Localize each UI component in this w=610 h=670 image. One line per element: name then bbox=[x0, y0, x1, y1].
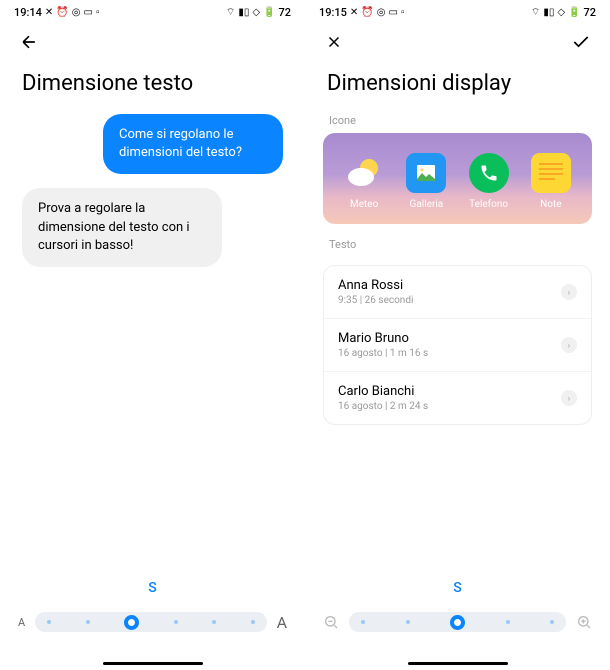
app-label: Galleria bbox=[410, 199, 444, 210]
chat-bubble-received: Prova a regolare la dimensione del testo… bbox=[22, 188, 222, 267]
notif-icon: ▫ bbox=[96, 7, 100, 18]
slider-value-label: S bbox=[18, 580, 287, 596]
header bbox=[0, 21, 305, 63]
slider-thumb[interactable] bbox=[450, 615, 465, 630]
whatsapp-icon: ◎ bbox=[72, 7, 81, 18]
icon-preview-panel: Meteo Galleria Telefono Note bbox=[323, 133, 592, 224]
notes-icon bbox=[531, 153, 571, 193]
display-size-slider[interactable] bbox=[349, 612, 566, 632]
bluetooth-icon: ⌔ bbox=[531, 6, 540, 19]
app-label: Telefono bbox=[469, 199, 508, 210]
slider-max-label: A bbox=[277, 613, 287, 632]
dnd-icon: ✕ bbox=[45, 7, 53, 18]
contact-sub: 16 agosto | 2 m 24 s bbox=[338, 401, 428, 412]
screen-text-size: 19:14 ✕ ⏰ ◎ ▭ ▫ ⌔ ▮▯ ◇ 🔋 72 Dimensione t… bbox=[0, 0, 305, 670]
alarm-icon: ⏰ bbox=[56, 7, 68, 18]
sync-icon: ▭ bbox=[84, 7, 93, 18]
section-icons-label: Icone bbox=[305, 114, 610, 133]
chevron-right-icon: › bbox=[561, 284, 577, 300]
status-bar: 19:14 ✕ ⏰ ◎ ▭ ▫ ⌔ ▮▯ ◇ 🔋 72 bbox=[0, 0, 305, 21]
alarm-icon: ⏰ bbox=[361, 7, 373, 18]
chevron-right-icon: › bbox=[561, 390, 577, 406]
zoom-in-icon bbox=[576, 614, 592, 630]
contact-sub: 16 agosto | 1 m 16 s bbox=[338, 348, 428, 359]
back-button[interactable] bbox=[18, 31, 40, 53]
dnd-icon: ✕ bbox=[350, 7, 358, 18]
chevron-right-icon: › bbox=[561, 337, 577, 353]
chat-bubble-sent: Come si regolano le dimensioni del testo… bbox=[103, 114, 283, 174]
screen-display-size: 19:15 ✕ ⏰ ◎ ▭ ▫ ⌔ ▮▯ ◇ 🔋 72 Dimensioni d… bbox=[305, 0, 610, 670]
contact-list-preview: Anna Rossi 9:35 | 26 secondi › Mario Bru… bbox=[323, 265, 592, 425]
list-item[interactable]: Anna Rossi 9:35 | 26 secondi › bbox=[324, 266, 591, 318]
list-item[interactable]: Carlo Bianchi 16 agosto | 2 m 24 s › bbox=[324, 371, 591, 424]
text-size-slider[interactable] bbox=[35, 612, 266, 632]
battery-pct: 72 bbox=[278, 6, 291, 19]
slider-thumb[interactable] bbox=[124, 615, 139, 630]
status-bar: 19:15 ✕ ⏰ ◎ ▭ ▫ ⌔ ▮▯ ◇ 🔋 72 bbox=[305, 0, 610, 21]
status-time: 19:15 bbox=[319, 6, 347, 19]
display-size-slider-area: S bbox=[305, 580, 610, 670]
contact-name: Anna Rossi bbox=[338, 278, 413, 293]
list-item[interactable]: Mario Bruno 16 agosto | 1 m 16 s › bbox=[324, 318, 591, 371]
header bbox=[305, 21, 610, 63]
confirm-button[interactable] bbox=[570, 31, 592, 53]
zoom-out-icon bbox=[323, 614, 339, 630]
signal-icon: ▮▯ bbox=[238, 7, 249, 18]
phone-icon bbox=[469, 153, 509, 193]
wifi-icon: ◇ bbox=[557, 7, 565, 18]
home-indicator[interactable] bbox=[103, 662, 203, 665]
app-label: Meteo bbox=[350, 199, 378, 210]
bluetooth-icon: ⌔ bbox=[226, 6, 235, 19]
slider-min-label: A bbox=[18, 616, 25, 629]
app-weather: Meteo bbox=[344, 153, 384, 210]
battery-icon: 🔋 bbox=[568, 7, 580, 18]
wifi-icon: ◇ bbox=[252, 7, 260, 18]
contact-name: Carlo Bianchi bbox=[338, 384, 428, 399]
signal-icon: ▮▯ bbox=[543, 7, 554, 18]
app-gallery: Galleria bbox=[406, 153, 446, 210]
text-size-slider-area: S A A bbox=[0, 580, 305, 670]
app-notes: Note bbox=[531, 153, 571, 210]
close-button[interactable] bbox=[323, 31, 345, 53]
app-phone: Telefono bbox=[469, 153, 509, 210]
slider-value-label: S bbox=[323, 580, 592, 596]
chat-preview: Come si regolano le dimensioni del testo… bbox=[0, 114, 305, 267]
page-title: Dimensioni display bbox=[305, 63, 610, 114]
battery-icon: 🔋 bbox=[263, 7, 275, 18]
contact-name: Mario Bruno bbox=[338, 331, 428, 346]
battery-pct: 72 bbox=[583, 6, 596, 19]
contact-sub: 9:35 | 26 secondi bbox=[338, 295, 413, 306]
gallery-icon bbox=[406, 153, 446, 193]
app-label: Note bbox=[540, 199, 561, 210]
section-text-label: Testo bbox=[305, 238, 610, 257]
status-time: 19:14 bbox=[14, 6, 42, 19]
whatsapp-icon: ◎ bbox=[377, 7, 386, 18]
sync-icon: ▭ bbox=[389, 7, 398, 18]
weather-icon bbox=[344, 153, 384, 193]
page-title: Dimensione testo bbox=[0, 63, 305, 114]
notif-icon: ▫ bbox=[401, 7, 405, 18]
home-indicator[interactable] bbox=[408, 662, 508, 665]
